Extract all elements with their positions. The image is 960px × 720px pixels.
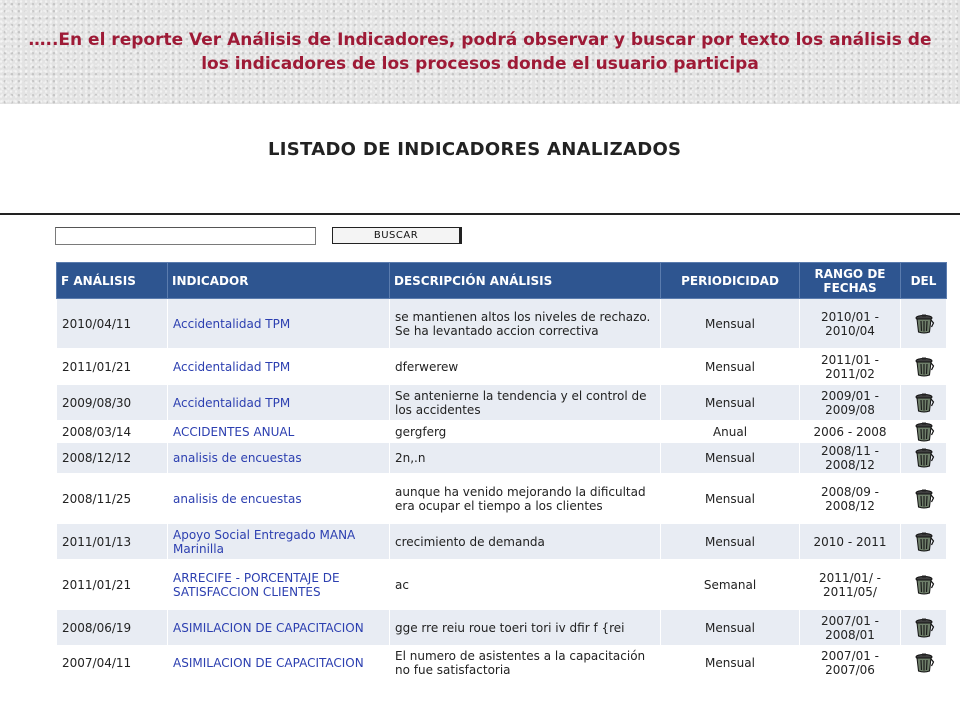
cell-indicador-link[interactable]: ACCIDENTES ANUAL (167, 420, 390, 443)
cell-periodicidad: Mensual (660, 473, 800, 524)
cell-indicador-link[interactable]: analisis de encuestas (167, 442, 390, 474)
trash-can-icon[interactable] (913, 532, 935, 552)
cell-periodicidad: Semanal (660, 559, 800, 610)
cell-rango: 2011/01 - 2011/02 (799, 348, 901, 385)
trash-can-icon[interactable] (913, 393, 935, 413)
cell-indicador-link[interactable]: ARRECIFE - PORCENTAJE DE SATISFACCION CL… (167, 559, 390, 610)
header-banner: …..En el reporte Ver Análisis de Indicad… (0, 0, 960, 104)
cell-rango: 2008/11 - 2008/12 (799, 442, 901, 474)
table-row: 2008/11/25 analisis de encuestas aunque ha… (56, 473, 947, 524)
cell-indicador-link[interactable]: Accidentalidad TPM (167, 298, 390, 349)
column-header-del: DEL (900, 262, 947, 299)
cell-indicador-link[interactable]: analisis de encuestas (167, 473, 390, 524)
table-row: 2008/06/19 ASIMILACION DE CAPACITACION gge… (56, 609, 947, 646)
cell-periodicidad: Mensual (660, 523, 800, 560)
cell-rango: 2007/01 - 2008/01 (799, 609, 901, 646)
cell-descripcion: ac (389, 559, 661, 610)
cell-indicador-link[interactable]: ASIMILACION DE CAPACITACION (167, 645, 390, 680)
cell-periodicidad: Mensual (660, 348, 800, 385)
cell-descripcion: dferwerew (389, 348, 661, 385)
indicators-table: F ANÁLISIS INDICADOR DESCRIPCIÓN ANÁLISI… (56, 262, 947, 680)
table-header-row: F ANÁLISIS INDICADOR DESCRIPCIÓN ANÁLISI… (56, 262, 947, 299)
trash-can-icon[interactable] (913, 618, 935, 638)
cell-descripcion: gge rre reiu roue toeri tori iv dfir f {… (389, 609, 661, 646)
cell-periodicidad: Anual (660, 420, 800, 443)
cell-delete (900, 442, 947, 474)
table-row: 2011/01/21 ARRECIFE - PORCENTAJE DE SATIS… (56, 559, 947, 610)
cell-delete (900, 348, 947, 385)
cell-periodicidad: Mensual (660, 384, 800, 421)
column-header-periodicidad[interactable]: PERIODICIDAD (660, 262, 800, 299)
divider (0, 213, 960, 215)
trash-can-icon[interactable] (913, 422, 935, 442)
cell-fecha: 2008/03/14 (56, 420, 168, 443)
cell-descripcion: se mantienen altos los niveles de rechaz… (389, 298, 661, 349)
cell-rango: 2006 - 2008 (799, 420, 901, 443)
column-header-indicador[interactable]: INDICADOR (167, 262, 390, 299)
cell-fecha: 2010/04/11 (56, 298, 168, 349)
cell-fecha: 2007/04/11 (56, 645, 168, 680)
cell-delete (900, 420, 947, 443)
cell-indicador-link[interactable]: Apoyo Social Entregado MANA Marinilla (167, 523, 390, 560)
cell-descripcion: crecimiento de demanda (389, 523, 661, 560)
cell-fecha: 2011/01/21 (56, 559, 168, 610)
trash-can-icon[interactable] (913, 489, 935, 509)
cell-delete (900, 559, 947, 610)
cell-fecha: 2008/06/19 (56, 609, 168, 646)
cell-indicador-link[interactable]: Accidentalidad TPM (167, 384, 390, 421)
cell-delete (900, 523, 947, 560)
table-row: 2011/01/21 Accidentalidad TPM dferwerew Men… (56, 348, 947, 385)
cell-fecha: 2008/11/25 (56, 473, 168, 524)
cell-rango: 2009/01 - 2009/08 (799, 384, 901, 421)
trash-can-icon[interactable] (913, 575, 935, 595)
cell-rango: 2010 - 2011 (799, 523, 901, 560)
cell-indicador-link[interactable]: Accidentalidad TPM (167, 348, 390, 385)
table-row: 2007/04/11 ASIMILACION DE CAPACITACION El … (56, 645, 947, 680)
cell-periodicidad: Mensual (660, 298, 800, 349)
cell-periodicidad: Mensual (660, 442, 800, 474)
table-row: 2008/12/12 analisis de encuestas 2n,.n Mens… (56, 442, 947, 474)
cell-rango: 2011/01/ - 2011/05/ (799, 559, 901, 610)
table-row: 2011/01/13 Apoyo Social Entregado MANA Ma… (56, 523, 947, 560)
cell-descripcion: gergferg (389, 420, 661, 443)
page-title: LISTADO DE INDICADORES ANALIZADOS (268, 139, 682, 160)
cell-fecha: 2008/12/12 (56, 442, 168, 474)
cell-delete (900, 645, 947, 680)
table-row: 2009/08/30 Accidentalidad TPM Se anteniern… (56, 384, 947, 421)
cell-descripcion: Se antenierne la tendencia y el control … (389, 384, 661, 421)
cell-delete (900, 298, 947, 349)
trash-can-icon[interactable] (913, 448, 935, 468)
table-row: 2008/03/14 ACCIDENTES ANUAL gergferg Anual 2… (56, 420, 947, 443)
table-row: 2010/04/11 Accidentalidad TPM se mantienen… (56, 298, 947, 349)
cell-fecha: 2011/01/13 (56, 523, 168, 560)
cell-delete (900, 473, 947, 524)
cell-fecha: 2009/08/30 (56, 384, 168, 421)
trash-can-icon[interactable] (913, 653, 935, 673)
column-header-descripcion[interactable]: DESCRIPCIÓN ANÁLISIS (389, 262, 661, 299)
trash-can-icon[interactable] (913, 314, 935, 334)
search-input[interactable] (55, 227, 316, 245)
cell-rango: 2008/09 - 2008/12 (799, 473, 901, 524)
banner-text: …..En el reporte Ver Análisis de Indicad… (28, 30, 932, 74)
search-button[interactable]: BUSCAR (332, 227, 462, 244)
column-header-rango[interactable]: RANGO DE FECHAS (799, 262, 901, 299)
cell-descripcion: aunque ha venido mejorando la dificultad… (389, 473, 661, 524)
cell-periodicidad: Mensual (660, 609, 800, 646)
column-header-fecha[interactable]: F ANÁLISIS (56, 262, 168, 299)
cell-rango: 2007/01 - 2007/06 (799, 645, 901, 680)
cell-descripcion: El numero de asistentes a la capacitació… (389, 645, 661, 680)
trash-can-icon[interactable] (913, 357, 935, 377)
cell-indicador-link[interactable]: ASIMILACION DE CAPACITACION (167, 609, 390, 646)
cell-periodicidad: Mensual (660, 645, 800, 680)
cell-fecha: 2011/01/21 (56, 348, 168, 385)
cell-descripcion: 2n,.n (389, 442, 661, 474)
cell-rango: 2010/01 - 2010/04 (799, 298, 901, 349)
cell-delete (900, 384, 947, 421)
cell-delete (900, 609, 947, 646)
